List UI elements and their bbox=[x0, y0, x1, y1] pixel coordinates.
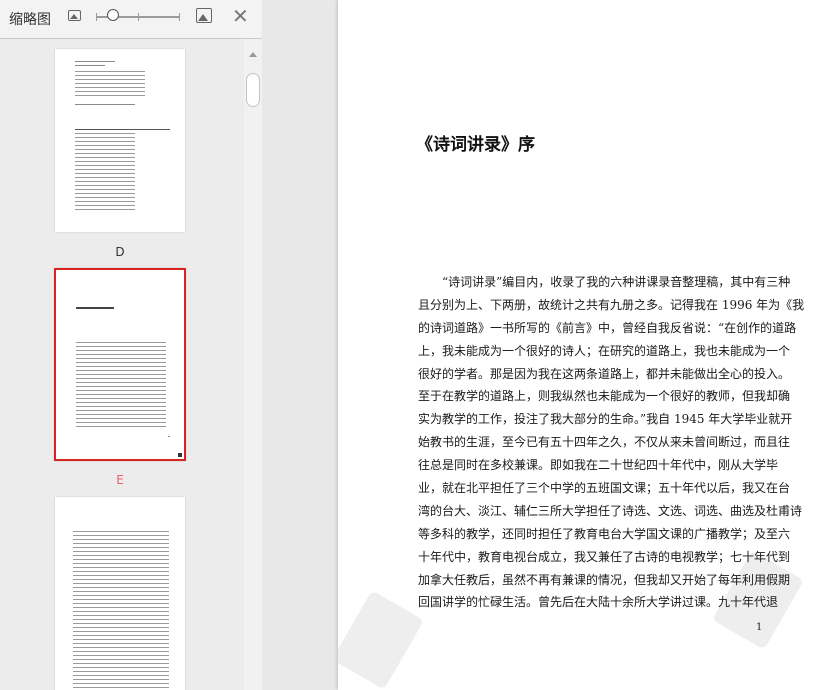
page-number: 1 bbox=[756, 622, 763, 633]
document-title: 《诗词讲录》序 bbox=[416, 135, 535, 155]
text-line: 回国讲学的忙碌生活。曾先后在大陆十余所大学讲过课。九十年代退 bbox=[418, 595, 779, 610]
text-line: 实为教学的工作，投注了我大部分的生命。”我自 1945 年大学毕业就开 bbox=[418, 412, 793, 427]
document-page: 《诗词讲录》序 “诗词讲录”编目内，收录了我的六种讲课录音整理稿，其中有三种 且… bbox=[338, 0, 818, 690]
text-line: 十年代中，教育电视台成立，我又兼任了古诗的电视教学；七十年代到 bbox=[418, 549, 791, 564]
document-body: “诗词讲录”编目内，收录了我的六种讲课录音整理稿，其中有三种 且分别为上、下两册… bbox=[418, 271, 805, 614]
thumbnail-pane: 缩略图 ✕ D E bbox=[0, 0, 262, 690]
thumbnail-toolbar: 缩略图 ✕ bbox=[0, 0, 262, 38]
text-line: 业，就在北平担任了三个中学的五班国文课；五十年代以后，我又在台 bbox=[418, 481, 791, 496]
text-line: 始教书的生涯，至今已有五十四年之久，不仅从来未曾间断过，而且往 bbox=[418, 435, 791, 450]
selection-corner-marker bbox=[178, 453, 182, 457]
thumbnail-list: D E bbox=[0, 39, 244, 690]
watermark-mark bbox=[338, 590, 424, 690]
thumbnail-label-d: D bbox=[115, 245, 125, 259]
document-viewer[interactable]: 《诗词讲录》序 “诗词讲录”编目内，收录了我的六种讲课录音整理稿，其中有三种 且… bbox=[262, 0, 818, 690]
scrollbar-thumb[interactable] bbox=[246, 73, 260, 107]
zoom-slider-handle[interactable] bbox=[106, 9, 119, 21]
text-line: 至于在教学的道路上，则我纵然也未能成为一个很好的教师，但我却确 bbox=[418, 389, 791, 404]
scroll-up-arrow-icon[interactable] bbox=[249, 52, 257, 57]
thumbnail-label-e: E bbox=[116, 473, 124, 487]
text-line: 且分别为上、下两册，故统计之共有九册之多。记得我在 1996 年为《我 bbox=[418, 297, 805, 312]
thumbnail-page-f[interactable] bbox=[55, 497, 185, 690]
thumbnail-page-d[interactable] bbox=[55, 49, 185, 232]
text-line: 的诗词道路》一书所写的《前言》中，曾经自我反省说：“在创作的道路 bbox=[418, 320, 797, 335]
text-line: 加拿大任教后，虽然不再有兼课的情况，但我却又开始了每年利用假期 bbox=[418, 572, 791, 587]
large-image-icon[interactable] bbox=[196, 8, 212, 23]
text-line: “诗词讲录”编目内，收录了我的六种讲课录音整理稿，其中有三种 bbox=[442, 275, 791, 289]
close-icon[interactable]: ✕ bbox=[232, 6, 249, 26]
text-line: 湾的台大、淡江、辅仁三所大学担任了诗选、文选、词选、曲选及杜甫诗 bbox=[418, 503, 803, 518]
small-image-icon[interactable] bbox=[68, 10, 81, 21]
thumbnail-page-e-selected[interactable] bbox=[54, 268, 186, 461]
thumbnail-pane-title: 缩略图 bbox=[9, 12, 51, 28]
text-line: 很好的学者。那是因为我在这两条道路上，都并未能做出全心的投入。 bbox=[418, 366, 791, 381]
text-line: 上，我未能成为一个很好的诗人；在研究的道路上，我也未能成为一个 bbox=[418, 343, 791, 358]
thumbnail-scrollbar[interactable] bbox=[244, 39, 262, 690]
text-line: 往总是同时在多校兼课。即如我在二十世纪四十年代中，刚从大学毕 bbox=[418, 458, 779, 473]
text-line: 等多科的教学，还同时担任了教育电台大学国文课的广播教学；及至六 bbox=[418, 526, 791, 541]
